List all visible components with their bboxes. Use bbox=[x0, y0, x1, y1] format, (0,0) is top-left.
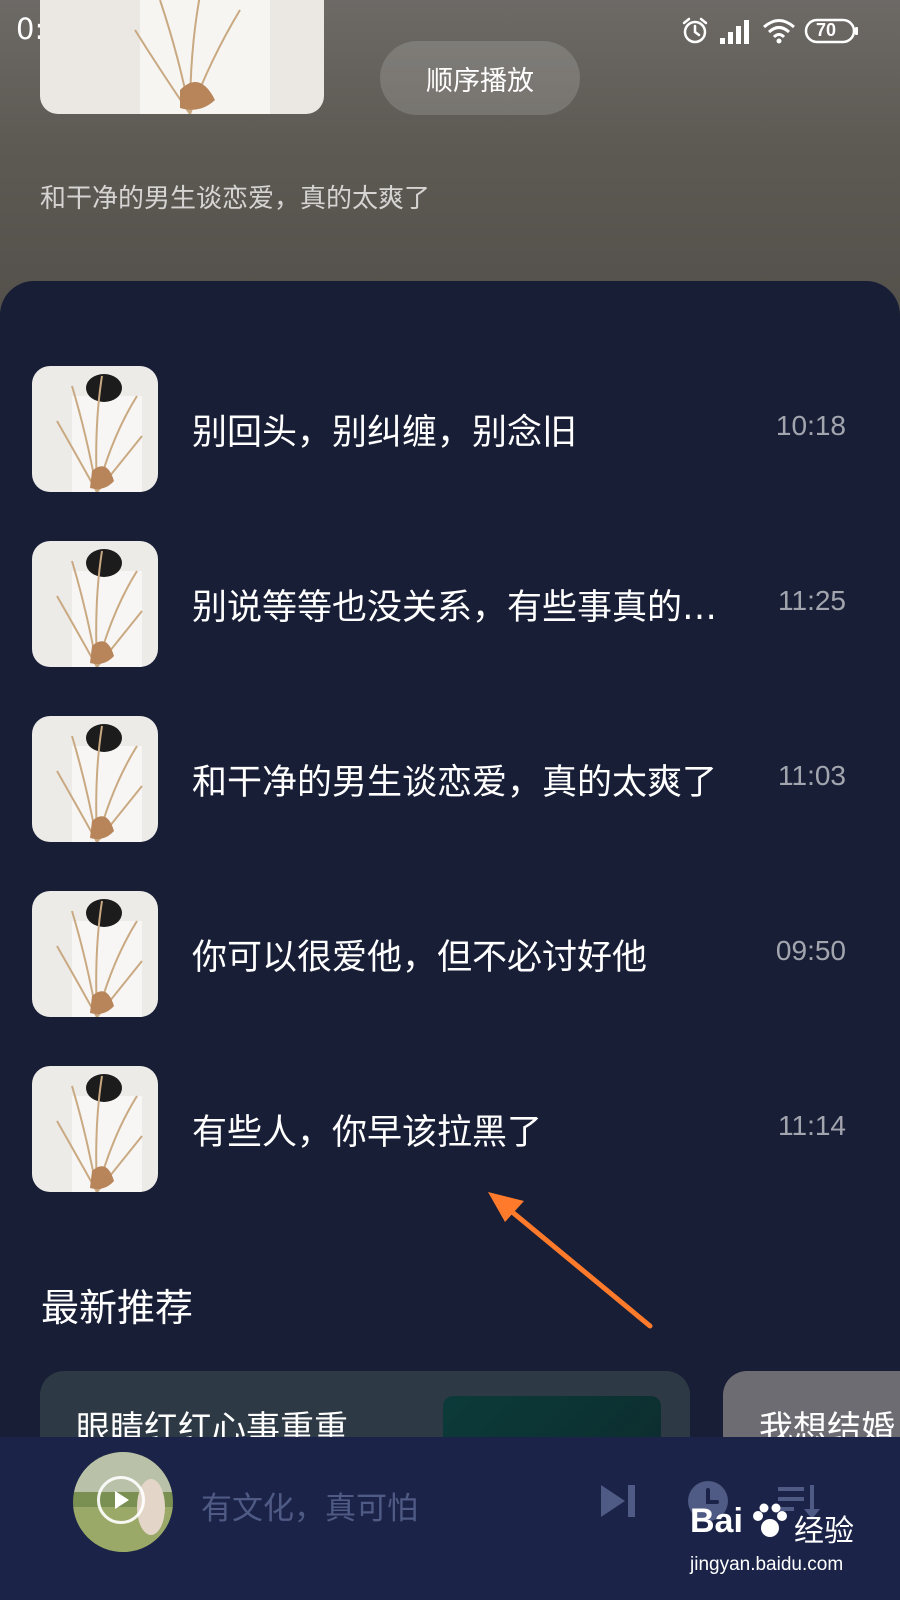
track-duration: 09:50 bbox=[775, 935, 846, 966]
track-cover bbox=[32, 366, 158, 492]
track-title: 别回头，别纠缠，别念旧 bbox=[192, 413, 578, 453]
next-icon[interactable] bbox=[598, 1481, 638, 1521]
track-row[interactable]: 有些人，你早该拉黑了 11:14 bbox=[0, 1066, 900, 1192]
track-cover bbox=[32, 891, 158, 1017]
play-order-button[interactable]: 顺序播放 bbox=[380, 41, 580, 115]
track-cover bbox=[32, 716, 158, 842]
wifi-icon bbox=[763, 19, 795, 44]
paw-icon bbox=[753, 1503, 787, 1537]
track-row[interactable]: 别回头，别纠缠，别念旧 10:18 bbox=[0, 366, 900, 492]
album-description: 和干净的男生谈恋爱，真的太爽了 bbox=[40, 184, 431, 214]
track-duration: 11:14 bbox=[778, 1110, 846, 1141]
play-icon[interactable] bbox=[97, 1476, 145, 1524]
track-duration: 11:25 bbox=[778, 585, 846, 616]
track-row[interactable]: 和干净的男生谈恋爱，真的太爽了 11:03 bbox=[0, 716, 900, 842]
album-cover bbox=[40, 0, 324, 114]
track-title: 有些人，你早该拉黑了 bbox=[192, 1113, 543, 1153]
status-icons: 70 bbox=[680, 14, 880, 48]
battery-level: 70 bbox=[816, 20, 837, 40]
signal-icon bbox=[720, 20, 749, 44]
alarm-icon bbox=[682, 17, 708, 44]
track-row[interactable]: 别说等等也没关系，有些事真的等不了 11:25 bbox=[0, 541, 900, 667]
watermark-brand-suffix: 经验 bbox=[794, 1514, 854, 1549]
baidu-jingyan-watermark: Bai 经验 jingyan.baidu.com bbox=[690, 1502, 890, 1592]
watermark-brand: Bai bbox=[690, 1502, 743, 1540]
track-row[interactable]: 你可以很爱他，但不必讨好他 09:50 bbox=[0, 891, 900, 1017]
now-playing-cover[interactable] bbox=[73, 1452, 173, 1552]
track-duration: 11:03 bbox=[778, 760, 846, 791]
track-cover bbox=[32, 541, 158, 667]
section-title-latest: 最新推荐 bbox=[41, 1286, 194, 1330]
track-title: 和干净的男生谈恋爱，真的太爽了 bbox=[192, 763, 718, 803]
track-cover bbox=[32, 1066, 158, 1192]
track-title: 你可以很爱他，但不必讨好他 bbox=[192, 938, 648, 978]
watermark-url: jingyan.baidu.com bbox=[690, 1554, 844, 1575]
track-duration: 10:18 bbox=[775, 410, 846, 441]
now-playing-title[interactable]: 有文化，真可怕 bbox=[201, 1483, 418, 1528]
track-title: 别说等等也没关系，有些事真的等不了 bbox=[192, 588, 742, 628]
